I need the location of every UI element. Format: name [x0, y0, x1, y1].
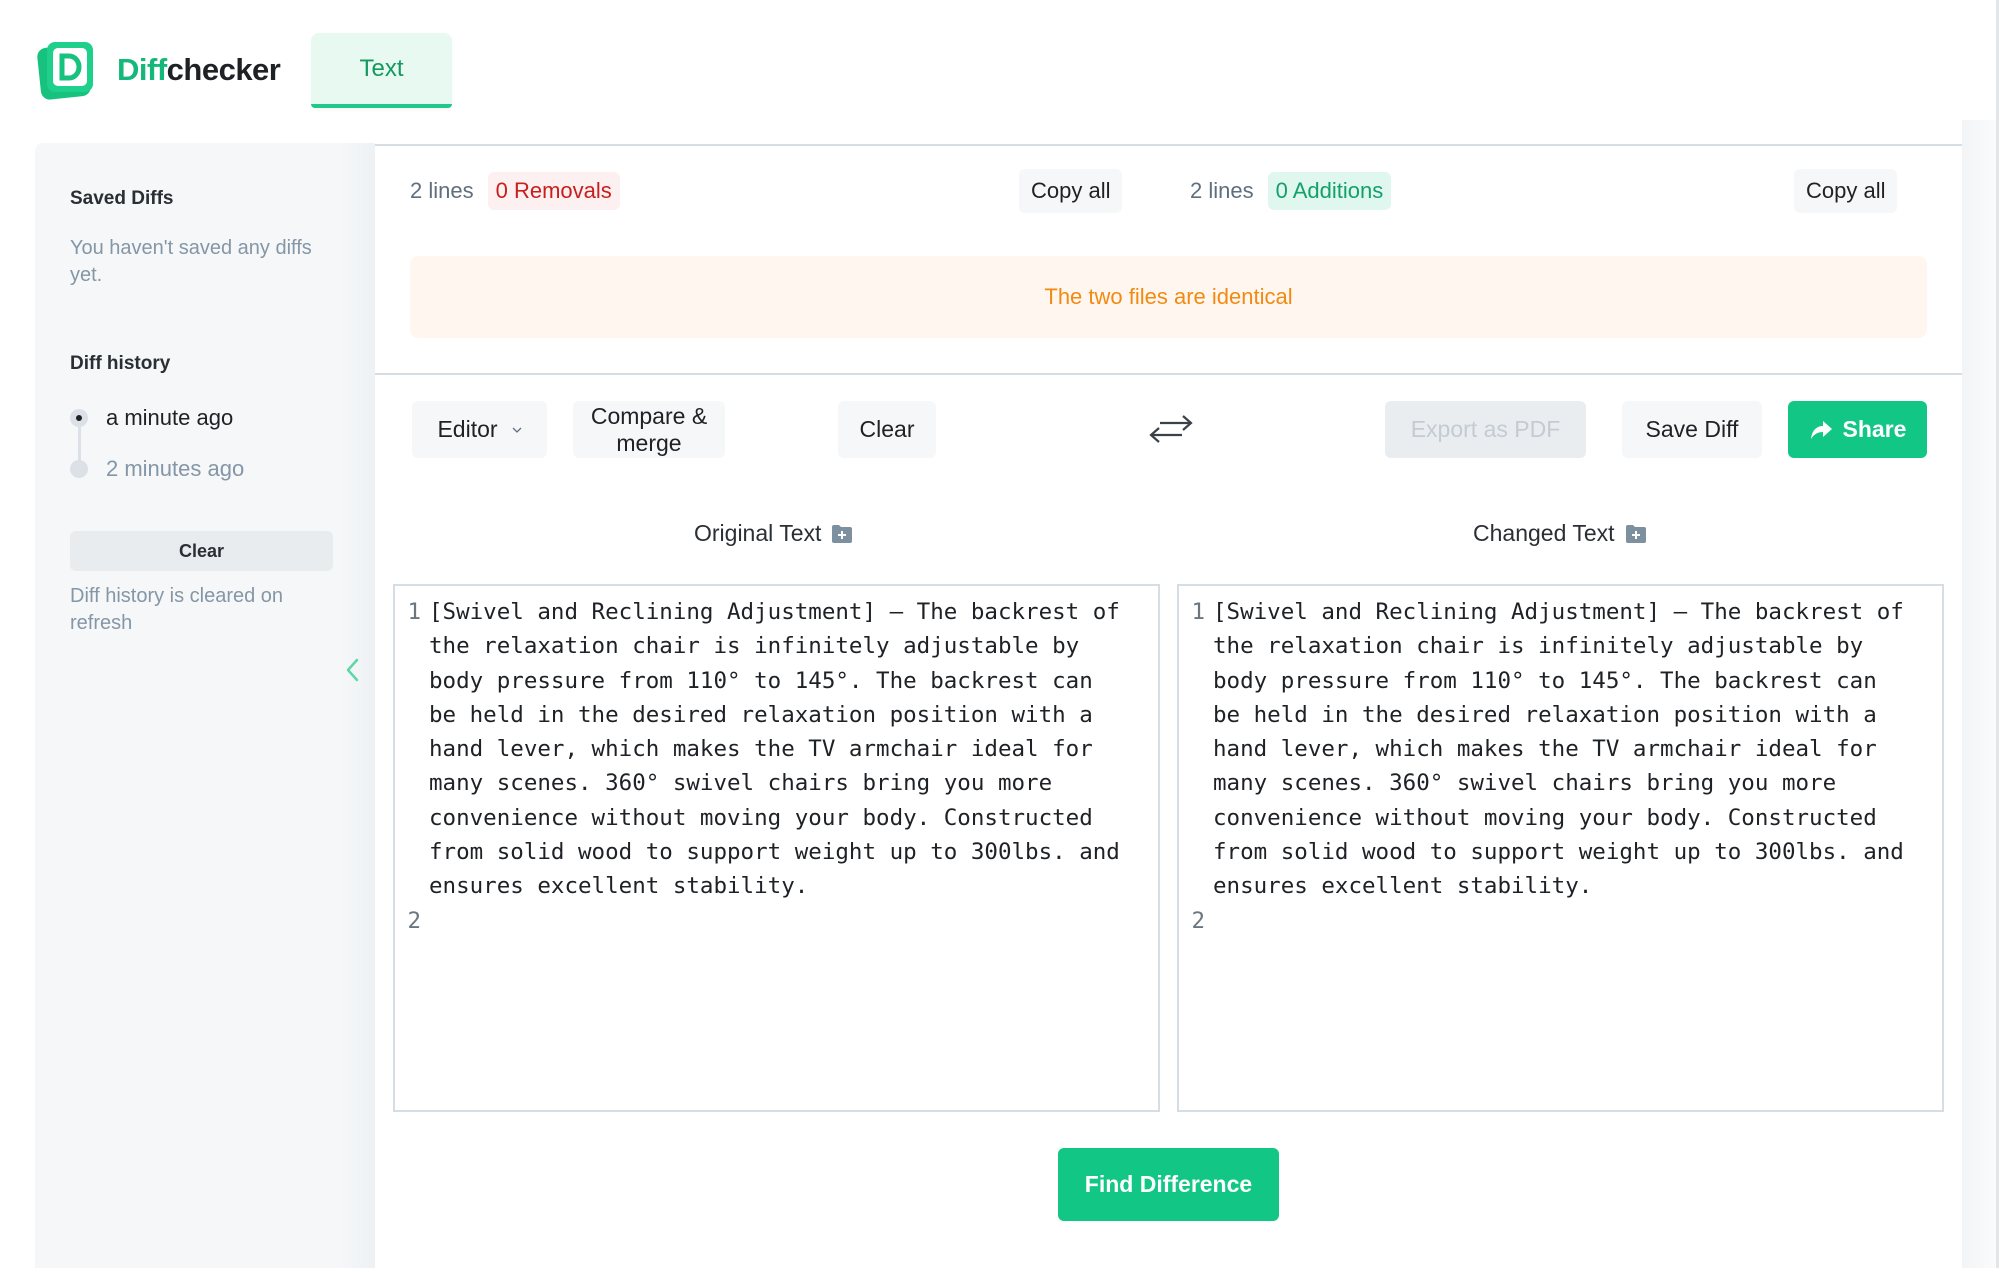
brand-name: Diffchecker [117, 52, 281, 88]
copy-all-changed-button[interactable]: Copy all [1794, 169, 1898, 213]
editor-dropdown[interactable]: Editor [412, 401, 547, 458]
history-item-label: a minute ago [106, 405, 234, 430]
line-number: 1 [407, 599, 421, 625]
history-note: Diff history is cleared on refresh [70, 585, 284, 634]
swap-arrows-icon [1149, 415, 1193, 443]
original-stats: 2 lines 0 Removals [410, 172, 620, 210]
original-text-title: Original Text [694, 520, 853, 547]
page-gutter [1962, 120, 1997, 1268]
original-text-label: Original Text [694, 520, 822, 546]
line-number: 2 [1191, 907, 1205, 934]
chevron-down-icon [512, 427, 522, 433]
line-number: 1 [1191, 599, 1205, 625]
editor-line: 1 [Swivel and Reclining Adjustment] – Th… [395, 595, 1158, 904]
original-text-editor[interactable]: 1 [Swivel and Reclining Adjustment] – Th… [393, 584, 1160, 1112]
compare-merge-button[interactable]: Compare & merge [573, 401, 725, 458]
history-dot-icon [70, 460, 88, 478]
editor-line: 2 [1179, 904, 1942, 938]
diffchecker-logo-icon [35, 38, 97, 102]
open-file-icon[interactable] [831, 524, 853, 544]
line-text [1213, 904, 1913, 938]
sidebar: Saved Diffs You haven't saved any diffs … [35, 143, 368, 1268]
changed-text-label: Changed Text [1473, 520, 1615, 546]
saved-diffs-empty-message: You haven't saved any diffs yet. [70, 237, 312, 286]
save-diff-button[interactable]: Save Diff [1622, 401, 1762, 458]
export-pdf-button[interactable]: Export as PDF [1385, 401, 1586, 458]
main-panel: 2 lines 0 Removals Copy all 2 lines 0 Ad… [375, 144, 1962, 1268]
editor-dropdown-label: Editor [437, 416, 498, 442]
share-arrow-icon [1810, 420, 1832, 439]
saved-diffs-heading: Saved Diffs [70, 188, 174, 209]
history-item[interactable]: a minute ago [70, 405, 233, 431]
brand-name-suffix: checker [166, 52, 281, 87]
clear-history-button[interactable]: Clear [70, 531, 333, 571]
history-dot-icon [70, 409, 88, 427]
editor-line: 1 [Swivel and Reclining Adjustment] – Th… [1179, 595, 1942, 904]
line-number: 2 [407, 907, 421, 934]
changed-line-count: 2 lines [1190, 178, 1254, 203]
sidebar-edge [340, 143, 375, 1268]
divider [375, 373, 1962, 375]
copy-all-original-button[interactable]: Copy all [1019, 169, 1123, 213]
original-line-count: 2 lines [410, 178, 474, 203]
changed-stats: 2 lines 0 Additions [1190, 172, 1392, 210]
diff-history-heading: Diff history [70, 353, 171, 374]
line-text [429, 904, 1129, 938]
open-file-icon[interactable] [1625, 524, 1647, 544]
history-item[interactable]: 2 minutes ago [70, 456, 244, 482]
share-button-label: Share [1842, 416, 1907, 442]
identical-files-banner: The two files are identical [410, 256, 1927, 338]
chevron-left-icon [346, 658, 359, 682]
line-text: [Swivel and Reclining Adjustment] – The … [429, 599, 1134, 900]
removals-badge: 0 Removals [487, 172, 620, 210]
editor-line: 2 [395, 904, 1158, 938]
additions-badge: 0 Additions [1267, 172, 1392, 210]
share-button[interactable]: Share [1788, 401, 1927, 458]
tab-text[interactable]: Text [311, 33, 452, 108]
changed-text-editor[interactable]: 1 [Swivel and Reclining Adjustment] – Th… [1177, 584, 1944, 1112]
collapse-sidebar-button[interactable] [343, 655, 363, 685]
changed-text-title: Changed Text [1473, 520, 1647, 547]
find-difference-button[interactable]: Find Difference [1058, 1148, 1279, 1221]
swap-button[interactable] [1146, 412, 1196, 446]
brand-name-prefix: Diff [117, 52, 167, 87]
logo[interactable]: Diffchecker [35, 38, 281, 102]
history-item-label: 2 minutes ago [106, 456, 245, 481]
clear-button[interactable]: Clear [838, 401, 936, 458]
line-text: [Swivel and Reclining Adjustment] – The … [1213, 599, 1918, 900]
